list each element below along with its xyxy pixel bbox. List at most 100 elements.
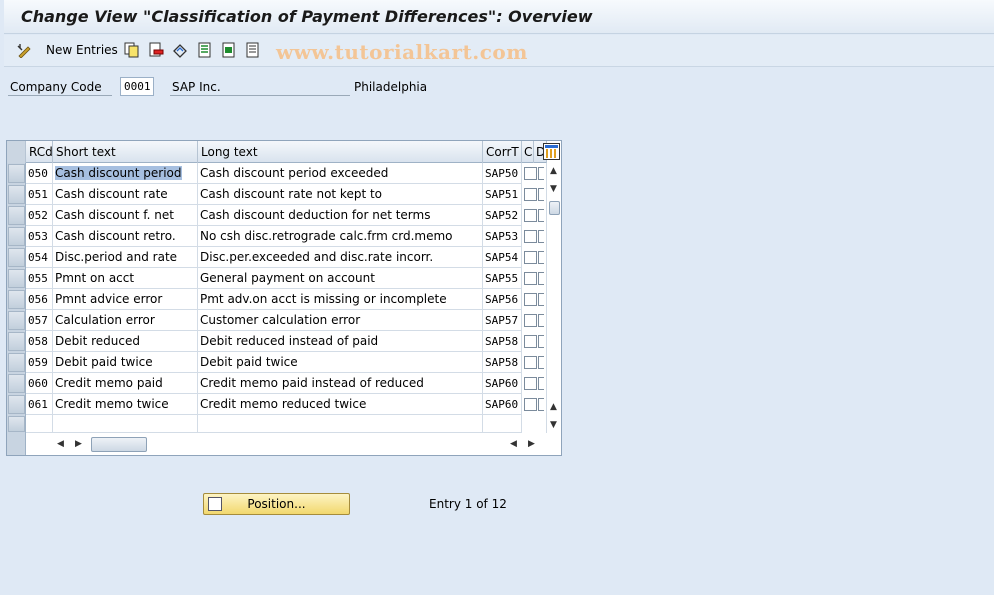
scroll-left-icon[interactable]: ◀ [57, 439, 64, 449]
cell-short-text[interactable]: Pmnt on acct [53, 268, 198, 289]
row-selector[interactable] [8, 353, 25, 372]
checkbox-d[interactable] [538, 272, 544, 285]
cell-rcd[interactable]: 055 [26, 268, 53, 289]
checkbox-c[interactable] [524, 209, 537, 222]
scroll-right-end-icon[interactable]: ▶ [528, 439, 535, 449]
cell-long-text[interactable]: Customer calculation error [198, 310, 483, 331]
cell-short-text[interactable]: Calculation error [53, 310, 198, 331]
cell-corrt[interactable]: SAP53 [483, 226, 522, 247]
checkbox-d[interactable] [538, 209, 544, 222]
cell-corrt[interactable]: SAP50 [483, 163, 522, 184]
horizontal-scrollbar[interactable]: ◀ ▶ ◀ ▶ [26, 433, 546, 455]
vertical-scroll-thumb[interactable] [549, 201, 560, 215]
vertical-scrollbar[interactable]: ▲ ▼ ▲ ▼ [546, 163, 561, 433]
cell-rcd[interactable]: 052 [26, 205, 53, 226]
cell-rcd[interactable]: 058 [26, 331, 53, 352]
row-selector[interactable] [8, 185, 25, 204]
cell-rcd[interactable]: 056 [26, 289, 53, 310]
select-all-rows-cell[interactable] [7, 141, 26, 163]
cell-long-text[interactable]: Debit reduced instead of paid [198, 331, 483, 352]
cell-long-text[interactable]: Disc.per.exceeded and disc.rate incorr. [198, 247, 483, 268]
cell-corrt[interactable]: SAP52 [483, 205, 522, 226]
checkbox-c[interactable] [524, 251, 537, 264]
select-all-icon[interactable] [197, 42, 213, 58]
cell-short-text[interactable]: Debit paid twice [53, 352, 198, 373]
cell-rcd[interactable]: 059 [26, 352, 53, 373]
deselect-all-icon[interactable] [245, 42, 261, 58]
scroll-down-bottom-icon[interactable]: ▼ [550, 420, 557, 430]
checkbox-d[interactable] [538, 167, 544, 180]
cell-long-text[interactable]: General payment on account [198, 268, 483, 289]
cell-long-text[interactable]: Credit memo reduced twice [198, 394, 483, 415]
display-change-icon[interactable] [17, 42, 33, 58]
cell-short-text[interactable]: Pmnt advice error [53, 289, 198, 310]
column-header-c[interactable]: C [522, 141, 534, 163]
scroll-up-icon[interactable]: ▲ [550, 166, 557, 176]
checkbox-c[interactable] [524, 314, 537, 327]
cell-rcd[interactable]: 054 [26, 247, 53, 268]
scroll-left-end-icon[interactable]: ◀ [510, 439, 517, 449]
cell-rcd[interactable]: 050 [26, 163, 53, 184]
checkbox-c[interactable] [524, 398, 537, 411]
cell-short-text[interactable]: Disc.period and rate [53, 247, 198, 268]
cell-short-text[interactable]: Credit memo paid [53, 373, 198, 394]
cell-rcd[interactable]: 053 [26, 226, 53, 247]
cell-corrt[interactable]: SAP60 [483, 373, 522, 394]
undo-change-icon[interactable] [172, 42, 188, 58]
checkbox-d[interactable] [538, 377, 544, 390]
checkbox-c[interactable] [524, 293, 537, 306]
cell-long-text[interactable]: No csh disc.retrograde calc.frm crd.memo [198, 226, 483, 247]
cell-long-text[interactable]: Debit paid twice [198, 352, 483, 373]
table-settings-icon[interactable] [543, 143, 560, 160]
checkbox-d[interactable] [538, 335, 544, 348]
checkbox-c[interactable] [524, 167, 537, 180]
checkbox-d[interactable] [538, 188, 544, 201]
delete-icon[interactable] [148, 42, 164, 58]
cell-short-text[interactable]: Cash discount rate [53, 184, 198, 205]
checkbox-c[interactable] [524, 377, 537, 390]
checkbox-d[interactable] [538, 251, 544, 264]
cell-corrt[interactable]: SAP60 [483, 394, 522, 415]
row-selector[interactable] [8, 395, 25, 414]
cell-corrt[interactable]: SAP55 [483, 268, 522, 289]
checkbox-d[interactable] [538, 356, 544, 369]
cell-long-text[interactable]: Credit memo paid instead of reduced [198, 373, 483, 394]
new-entries-button[interactable]: New Entries [46, 43, 118, 57]
copy-as-icon[interactable] [124, 42, 140, 58]
cell-long-text[interactable]: Cash discount period exceeded [198, 163, 483, 184]
select-block-icon[interactable] [221, 42, 237, 58]
row-selector[interactable] [8, 248, 25, 267]
cell-corrt[interactable]: SAP58 [483, 331, 522, 352]
scroll-up-bottom-icon[interactable]: ▲ [550, 402, 557, 412]
cell-corrt[interactable]: SAP51 [483, 184, 522, 205]
cell-short-text[interactable]: Debit reduced [53, 331, 198, 352]
checkbox-c[interactable] [524, 188, 537, 201]
row-selector[interactable] [8, 332, 25, 351]
cell-rcd[interactable]: 051 [26, 184, 53, 205]
checkbox-c[interactable] [524, 230, 537, 243]
cell-rcd[interactable]: 061 [26, 394, 53, 415]
column-header-rcd[interactable]: RCd [26, 141, 53, 163]
checkbox-c[interactable] [524, 356, 537, 369]
checkbox-c[interactable] [524, 272, 537, 285]
checkbox-c[interactable] [524, 335, 537, 348]
row-selector[interactable] [8, 164, 25, 183]
cell-corrt[interactable]: SAP58 [483, 352, 522, 373]
row-selector[interactable] [8, 227, 25, 246]
cell-long-text[interactable]: Pmt adv.on acct is missing or incomplete [198, 289, 483, 310]
column-header-corrt[interactable]: CorrT [483, 141, 522, 163]
column-header-long-text[interactable]: Long text [198, 141, 483, 163]
cell-rcd[interactable]: 060 [26, 373, 53, 394]
cell-short-text[interactable]: Credit memo twice [53, 394, 198, 415]
position-button[interactable]: Position... [203, 493, 350, 515]
row-selector[interactable] [8, 374, 25, 393]
company-code-field[interactable]: 0001 [120, 77, 154, 96]
horizontal-scroll-thumb[interactable] [91, 437, 147, 452]
row-selector[interactable] [8, 206, 25, 225]
cell-corrt[interactable]: SAP56 [483, 289, 522, 310]
checkbox-d[interactable] [538, 293, 544, 306]
row-selector[interactable] [8, 416, 25, 432]
cell-corrt[interactable]: SAP54 [483, 247, 522, 268]
scroll-down-icon[interactable]: ▼ [550, 184, 557, 194]
row-selector[interactable] [8, 290, 25, 309]
